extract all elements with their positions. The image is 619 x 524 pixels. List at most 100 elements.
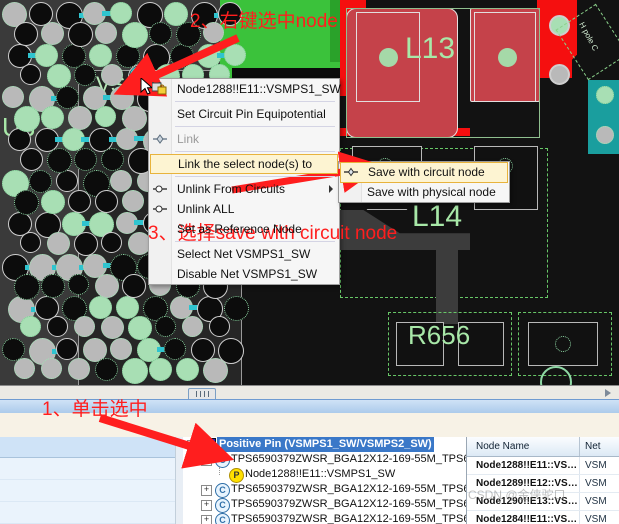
menu-item-node-header[interactable]: Node1288!!E11::VSMPS1_SW — [149, 79, 341, 99]
tree-row-label: Node1288!!E11::VSMPS1_SW — [245, 468, 396, 480]
menu-item-unlink-from-circuits[interactable]: Unlink From Circuits — [149, 179, 339, 199]
app-root: H pole C U3 L13 L14 R656 VSSd — [0, 0, 619, 524]
watermark: CSDN @金侠驼口 — [468, 488, 566, 502]
pad — [95, 22, 117, 44]
context-submenu[interactable]: Save with circuit node Save with physica… — [338, 161, 510, 203]
pad — [68, 190, 91, 213]
tree-row-label: TPS6590379ZWSR_BGA12X12-169-55M_TPS65903… — [231, 453, 466, 465]
tree-row[interactable]: P Node1288!!E11::VSMPS1_SW — [183, 467, 466, 483]
pad — [122, 190, 144, 212]
menu-separator — [175, 241, 335, 242]
submenu-item-save-with-physical-node[interactable]: Save with physical node — [339, 183, 509, 202]
node-link-icon — [343, 165, 359, 179]
tree-row[interactable]: +CTPS6590379ZWSR_BGA12X12-169-55M_TPS659… — [183, 497, 466, 513]
menu-item-select-net[interactable]: Select Net VSMPS1_SW — [149, 244, 339, 264]
pad — [182, 316, 203, 337]
menu-separator — [175, 176, 335, 177]
pad — [74, 148, 97, 171]
tree-row[interactable]: -CTPS6590379ZWSR_BGA12X12-169-55M_TPS659… — [183, 452, 466, 468]
grid-cell-net: VSM — [585, 460, 607, 471]
tree-row-label: Positive Pin (VSMPS1_SW/VSMPS2_SW) — [217, 437, 434, 452]
pin-icon: P — [229, 468, 244, 483]
menu-item-label: Unlink From Circuits — [177, 182, 286, 196]
tree-row[interactable]: +CTPS6590379ZWSR_BGA12X12-169-55M_TPS659… — [183, 482, 466, 498]
pad — [164, 338, 186, 360]
tree-row[interactable]: +CTPS6590379ZWSR_BGA12X12-169-55M_TPS659… — [183, 512, 466, 524]
tree-guide-line — [219, 467, 220, 475]
grid-column-header-node-name[interactable]: Node Name — [471, 437, 582, 456]
annotation-step-1: 1、单击选中 — [42, 399, 148, 420]
pad — [14, 190, 39, 215]
pad — [101, 316, 124, 339]
pad — [14, 22, 38, 46]
menu-separator — [175, 126, 335, 127]
menu-item-set-as-reference-node[interactable]: Set as Reference Node — [149, 219, 339, 239]
menu-item-set-circuit-pin-equipotential[interactable]: Set Circuit Pin Equipotential — [149, 104, 339, 124]
pad — [110, 170, 132, 192]
pad — [95, 358, 118, 381]
node-link-icon — [152, 132, 168, 146]
pad — [20, 232, 41, 253]
menu-item-label: Set as Reference Node — [177, 222, 302, 236]
tree-expander-icon[interactable]: - — [201, 455, 212, 466]
menu-item-link[interactable]: Link — [149, 129, 339, 149]
tree-row[interactable]: - Positive Pin (VSMPS1_SW/VSMPS2_SW) — [183, 437, 466, 452]
node-grid[interactable]: Node Name Net Node1288!!E11::VS… VSM Node1… — [466, 437, 619, 524]
scroll-right-arrow-icon[interactable] — [605, 389, 611, 397]
tree-expander-icon[interactable]: + — [201, 515, 212, 524]
pad — [74, 232, 98, 256]
pad — [14, 358, 35, 379]
tree-row-label: TPS6590379ZWSR_BGA12X12-169-55M_TPS65903… — [231, 483, 466, 495]
left-list-pane[interactable] — [0, 437, 184, 524]
pad — [101, 64, 123, 86]
submenu-item-save-with-circuit-node[interactable]: Save with circuit node — [340, 162, 508, 183]
pad — [41, 274, 65, 298]
circuit-icon: C — [215, 483, 230, 498]
pad — [41, 106, 64, 129]
circuit-icon: C — [215, 453, 230, 468]
grid-header-row: Node Name Net — [467, 437, 619, 457]
grid-row[interactable]: Node1288!!E11::VS… VSM — [467, 457, 619, 475]
pad — [176, 358, 199, 381]
pad — [596, 126, 614, 144]
node-tree[interactable]: - Positive Pin (VSMPS1_SW/VSMPS2_SW) - C TPS… — [183, 437, 466, 524]
menu-item-label: Disable Net VSMPS1_SW — [177, 267, 318, 281]
menu-item-disable-net[interactable]: Disable Net VSMPS1_SW — [149, 264, 339, 284]
tree-row-label: TPS6590379ZWSR_BGA12X12-169-55M_TPS65903… — [231, 513, 466, 524]
component-pin-dot — [555, 336, 571, 352]
pad — [209, 316, 230, 337]
submenu-item-label: Save with circuit node — [368, 165, 485, 179]
pad — [122, 274, 146, 298]
list-item[interactable] — [0, 502, 183, 524]
menu-separator — [175, 101, 335, 102]
pad — [2, 86, 24, 108]
pad — [68, 22, 93, 47]
grid-column-header-net[interactable]: Net — [580, 437, 619, 456]
pcb-label-r656: R656 — [408, 320, 471, 350]
lock-node-icon — [151, 79, 168, 96]
grid-cell-node-name: Node1288!!E11::VS… — [476, 460, 578, 471]
tree-expander-icon[interactable]: - — [187, 440, 198, 451]
pad — [95, 274, 119, 298]
list-item[interactable] — [0, 480, 183, 502]
list-item[interactable] — [0, 458, 183, 480]
pad — [122, 358, 148, 384]
grid-cell-net: VSM — [585, 496, 607, 507]
grid-row[interactable]: Node1284!!E11::VS… VSM — [467, 511, 619, 524]
grid-cell-net: VSM — [585, 478, 607, 489]
pad — [14, 274, 40, 300]
menu-item-link-the-select-nodes-to[interactable]: Link the select node(s) to — [150, 154, 338, 174]
tree-row-label: TPS6590379ZWSR_BGA12X12-169-55M_TPS65903… — [231, 498, 466, 510]
annotation-step-2: 2、右键选中node — [190, 11, 338, 32]
menu-item-unlink-all[interactable]: Unlink ALL — [149, 199, 339, 219]
pad — [155, 316, 176, 337]
component-courtyard-l13 — [346, 8, 540, 138]
left-list-header — [0, 437, 183, 458]
menu-item-label: Link — [177, 132, 200, 146]
pad — [149, 22, 172, 45]
context-menu[interactable]: Node1288!!E11::VSMPS1_SW Set Circuit Pin… — [148, 78, 341, 285]
tree-expander-icon[interactable]: + — [201, 500, 212, 511]
chevron-right-icon — [329, 185, 333, 193]
pad — [95, 190, 118, 213]
tree-expander-icon[interactable]: + — [201, 485, 212, 496]
